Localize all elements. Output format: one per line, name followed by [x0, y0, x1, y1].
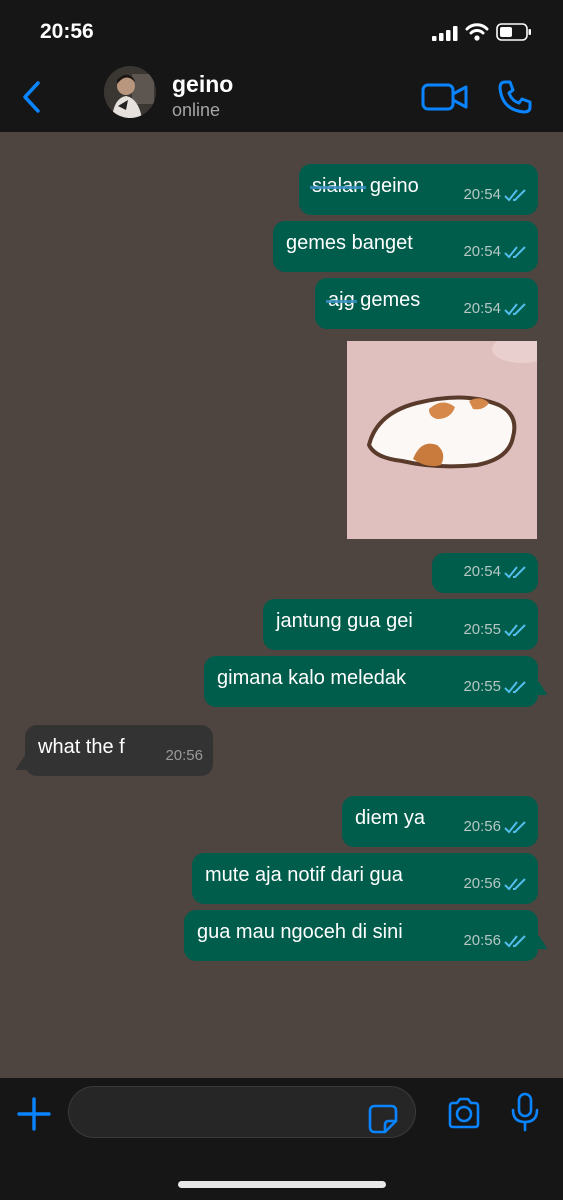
message-text: geino [364, 175, 419, 197]
battery-icon [496, 23, 531, 41]
phone-icon[interactable] [496, 78, 534, 116]
message-text: diem ya [355, 807, 426, 829]
message-time: 20:56 [463, 818, 501, 835]
message-text: gemes [354, 289, 421, 311]
status-time: 20:56 [40, 20, 94, 43]
camera-icon[interactable] [446, 1096, 482, 1130]
message-time: 20:54 [463, 300, 501, 317]
message-time: 20:54 [463, 186, 501, 203]
contact-name[interactable]: geino [172, 71, 233, 98]
message-text: jantung gua gei [276, 610, 413, 632]
message-time: 20:55 [463, 678, 501, 695]
hamster-sticker[interactable] [347, 341, 537, 539]
double-check-icon [504, 878, 526, 891]
message-bubble[interactable]: gimana kalo meledak 20:55 [204, 656, 538, 707]
message-bubble[interactable]: jantung gua gei 20:55 [263, 599, 538, 650]
message-text: gimana kalo meledak [217, 667, 406, 689]
double-check-icon [504, 303, 526, 316]
microphone-icon[interactable] [510, 1092, 540, 1132]
double-check-icon [504, 935, 526, 948]
avatar[interactable] [104, 66, 156, 118]
status-bar: 20:56 [0, 0, 563, 62]
message-bubble[interactable]: diem ya 20:56 [342, 796, 538, 847]
double-check-icon [504, 566, 526, 579]
message-time: 20:55 [463, 621, 501, 638]
message-input[interactable] [68, 1086, 416, 1138]
wifi-icon [465, 23, 489, 41]
message-text-struck: sialan [312, 175, 365, 197]
video-call-icon[interactable] [421, 82, 469, 112]
message-text: gua mau ngoceh di sini [197, 921, 403, 943]
message-bubble[interactable]: what the f 20:56 [25, 725, 213, 776]
message-bubble[interactable]: ajg gemes 20:54 [315, 278, 538, 329]
home-indicator[interactable] [178, 1181, 386, 1188]
message-time: 20:54 [463, 243, 501, 260]
sticker-icon[interactable] [367, 1103, 399, 1135]
double-check-icon [504, 821, 526, 834]
signal-icon [432, 26, 458, 41]
message-time: 20:56 [165, 747, 203, 764]
double-check-icon [504, 246, 526, 259]
double-check-icon [504, 189, 526, 202]
double-check-icon [504, 681, 526, 694]
composer-bar [0, 1078, 563, 1200]
chat-area[interactable]: sialan geino 20:54 gemes banget 20:54 aj… [0, 132, 563, 1078]
message-bubble[interactable]: mute aja notif dari gua 20:56 [192, 853, 538, 904]
double-check-icon [504, 624, 526, 637]
back-icon[interactable] [18, 79, 48, 115]
contact-status: online [172, 100, 221, 120]
plus-icon[interactable] [16, 1096, 52, 1132]
message-time: 20:56 [463, 932, 501, 949]
message-text: mute aja notif dari gua [205, 864, 403, 886]
message-time: 20:56 [463, 875, 501, 892]
message-bubble[interactable]: gemes banget 20:54 [273, 221, 538, 272]
chat-header: geino online [0, 62, 563, 132]
message-bubble[interactable]: 20:54 [432, 553, 538, 593]
message-bubble[interactable]: gua mau ngoceh di sini 20:56 [184, 910, 538, 961]
message-text-struck: ajg [328, 289, 355, 311]
message-text: gemes banget [286, 232, 413, 254]
message-bubble[interactable]: sialan geino 20:54 [299, 164, 538, 215]
message-text: what the f [38, 736, 125, 758]
message-time: 20:54 [463, 563, 501, 580]
